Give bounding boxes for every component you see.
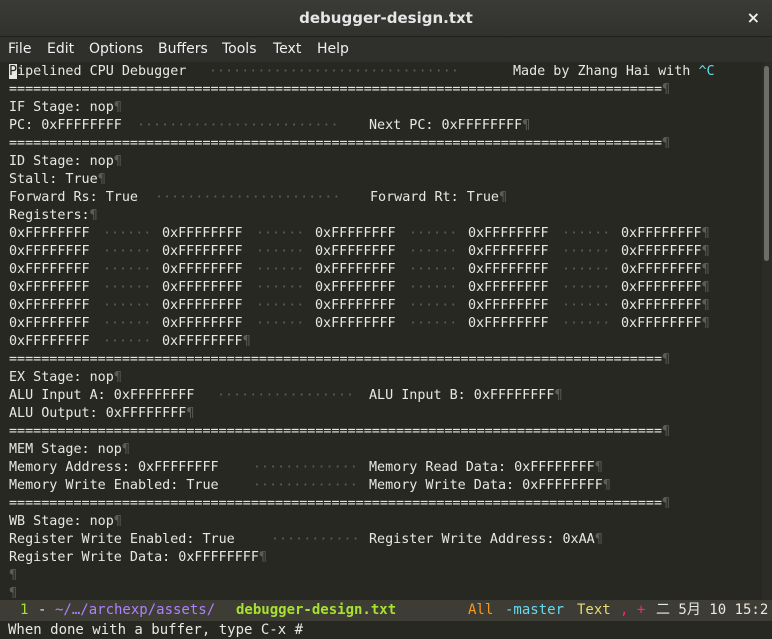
register-value: 0xFFFFFFFF	[162, 244, 243, 259]
empty-line: ¶	[9, 586, 18, 600]
menu-tools[interactable]: Tools	[222, 41, 257, 57]
register-value: 0xFFFFFFFF	[9, 316, 90, 331]
header-line: Pipelined CPU Debugger ·················…	[9, 64, 715, 79]
register-value: 0xFFFFFFFF	[162, 280, 243, 295]
menu-text[interactable]: Text	[273, 41, 301, 57]
wb-stage-line: WB Stage: nop¶	[9, 514, 122, 529]
echo-area-message: When done with a buffer, type C-x #	[8, 622, 304, 638]
separator-line: ========================================…	[9, 136, 671, 151]
if-pc-line: PC: 0xFFFFFFFF ·························…	[9, 118, 531, 133]
register-value: 0xFFFFFFFF	[621, 226, 702, 241]
register-value: 0xFFFFFFFF	[315, 298, 396, 313]
register-value: 0xFFFFFFFF	[468, 244, 549, 259]
text-editor-buffer[interactable]: Pipelined CPU Debugger ·················…	[0, 62, 762, 600]
register-value: 0xFFFFFFFF	[9, 298, 90, 313]
ex-alu-input-b: ALU Input B: 0xFFFFFFFF	[369, 388, 555, 403]
if-pc: PC: 0xFFFFFFFF	[9, 118, 122, 133]
empty-line: ¶	[9, 568, 18, 583]
register-value: 0xFFFFFFFF	[315, 280, 396, 295]
wb-reg-write-enabled: Register Write Enabled: True	[9, 532, 235, 547]
register-value: 0xFFFFFFFF	[9, 226, 90, 241]
register-value: 0xFFFFFFFF	[468, 262, 549, 277]
menu-bar: File Edit Options Buffers Tools Text Hel…	[0, 37, 772, 62]
register-value: 0xFFFFFFFF	[162, 334, 243, 349]
modeline-datetime: 二 5月 10 15:2	[656, 602, 769, 618]
window-titlebar: debugger-design.txt ×	[0, 0, 772, 37]
mem-address-line: Memory Address: 0xFFFFFFFF ·············…	[9, 460, 603, 475]
modeline-path: ~/…/archexp/assets/	[55, 602, 216, 618]
ex-alu-input-line: ALU Input A: 0xFFFFFFFF ················…	[9, 388, 563, 403]
ex-alu-input-a: ALU Input A: 0xFFFFFFFF	[9, 388, 195, 403]
register-value: 0xFFFFFFFF	[621, 262, 702, 277]
register-value: 0xFFFFFFFF	[162, 298, 243, 313]
mem-write-data: Memory Write Data: 0xFFFFFFFF	[369, 478, 603, 493]
close-icon[interactable]: ×	[747, 8, 760, 27]
register-value: 0xFFFFFFFF	[9, 334, 90, 349]
header-credit: Made by Zhang Hai with	[513, 64, 699, 79]
separator-line: ========================================…	[9, 352, 671, 367]
register-value: 0xFFFFFFFF	[9, 280, 90, 295]
register-value: 0xFFFFFFFF	[315, 244, 396, 259]
menu-help[interactable]: Help	[317, 41, 349, 57]
register-value: 0xFFFFFFFF	[162, 226, 243, 241]
id-forward-rt: Forward Rt: True	[370, 190, 499, 205]
register-value: 0xFFFFFFFF	[9, 244, 90, 259]
scrollbar-thumb[interactable]	[764, 66, 769, 261]
ex-stage-line: EX Stage: nop¶	[9, 370, 122, 385]
wb-reg-write-address: Register Write Address: 0xAA	[369, 532, 595, 547]
register-value: 0xFFFFFFFF	[315, 316, 396, 331]
modeline-position: All	[468, 602, 494, 618]
separator-line: ========================================…	[9, 424, 671, 439]
modeline-mode: Text	[577, 602, 611, 618]
mem-read-data: Memory Read Data: 0xFFFFFFFF	[369, 460, 595, 475]
ex-alu-output-line: ALU Output: 0xFFFFFFFF¶	[9, 406, 195, 421]
register-value: 0xFFFFFFFF	[621, 316, 702, 331]
wb-register-write-line: Register Write Enabled: True ···········…	[9, 532, 603, 547]
register-value: 0xFFFFFFFF	[621, 280, 702, 295]
mode-line: 1 - ~/…/archexp/assets/ debugger-design.…	[0, 600, 772, 621]
ex-alu-output: ALU Output: 0xFFFFFFFF	[9, 406, 187, 421]
id-forward-line: Forward Rs: True ·······················…	[9, 190, 508, 205]
register-value: 0xFFFFFFFF	[468, 280, 549, 295]
modeline-line-number: 1	[20, 602, 29, 618]
register-value: 0xFFFFFFFF	[621, 244, 702, 259]
id-registers-label: Registers:¶	[9, 208, 98, 223]
mem-stage-line: MEM Stage: nop¶	[9, 442, 130, 457]
register-value: 0xFFFFFFFF	[162, 316, 243, 331]
modeline-filename: debugger-design.txt	[236, 602, 397, 618]
modeline-flags: , +	[620, 602, 646, 618]
menu-buffers[interactable]: Buffers	[158, 41, 208, 57]
register-value: 0xFFFFFFFF	[315, 262, 396, 277]
credit-control-char: ^C	[698, 64, 715, 79]
menu-file[interactable]: File	[8, 41, 31, 57]
register-value: 0xFFFFFFFF	[162, 262, 243, 277]
minibuffer[interactable]: When done with a buffer, type C-x #	[0, 621, 772, 639]
window-title: debugger-design.txt	[299, 9, 473, 27]
mem-write-line: Memory Write Enabled: True ·············…	[9, 478, 611, 493]
register-value: 0xFFFFFFFF	[9, 262, 90, 277]
mem-write-enabled: Memory Write Enabled: True	[9, 478, 219, 493]
mem-address: Memory Address: 0xFFFFFFFF	[9, 460, 219, 475]
text-cursor: P	[9, 64, 18, 79]
modeline-branch: -master	[505, 602, 565, 618]
separator-line: ========================================…	[9, 82, 671, 97]
header-title: ipelined CPU Debugger	[17, 64, 187, 79]
register-value: 0xFFFFFFFF	[621, 298, 702, 313]
register-value: 0xFFFFFFFF	[315, 226, 396, 241]
register-value: 0xFFFFFFFF	[468, 298, 549, 313]
menu-options[interactable]: Options	[89, 41, 143, 57]
separator-line: ========================================…	[9, 496, 671, 511]
wb-reg-write-data: Register Write Data: 0xFFFFFFFF	[9, 550, 259, 565]
id-forward-rs: Forward Rs: True	[9, 190, 138, 205]
wb-register-data-line: Register Write Data: 0xFFFFFFFF¶	[9, 550, 267, 565]
vertical-scrollbar[interactable]	[762, 62, 772, 600]
id-stage-line: ID Stage: nop¶	[9, 154, 122, 169]
if-stage-line: IF Stage: nop¶	[9, 100, 122, 115]
register-value: 0xFFFFFFFF	[468, 226, 549, 241]
id-stall-line: Stall: True¶	[9, 172, 106, 187]
menu-edit[interactable]: Edit	[47, 41, 74, 57]
register-value: 0xFFFFFFFF	[468, 316, 549, 331]
if-next-pc: Next PC: 0xFFFFFFFF	[369, 118, 523, 133]
